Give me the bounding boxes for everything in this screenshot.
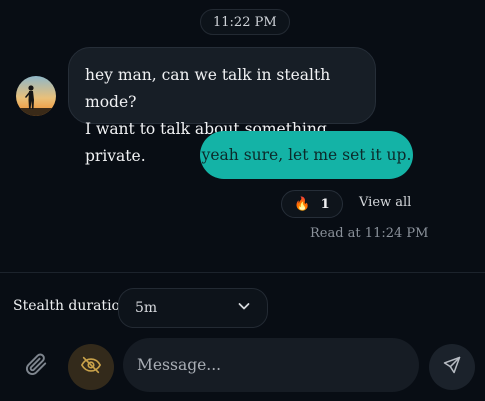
- avatar[interactable]: [16, 76, 56, 116]
- stealth-duration-select[interactable]: 5m: [118, 288, 268, 328]
- send-icon: [442, 355, 462, 379]
- eye-off-icon: [80, 354, 102, 380]
- message-timestamp: 11:22 PM: [200, 9, 290, 35]
- stealth-mode-button[interactable]: [68, 344, 114, 390]
- stealth-duration-value: 5m: [135, 300, 158, 316]
- reaction-badge[interactable]: 🔥 1: [281, 190, 343, 218]
- divider: [0, 272, 485, 273]
- paperclip-icon: [23, 351, 49, 381]
- chevron-down-icon: [237, 299, 251, 317]
- read-receipt: Read at 11:24 PM: [310, 226, 429, 241]
- attach-button[interactable]: [20, 350, 52, 382]
- send-button[interactable]: [429, 344, 475, 390]
- fire-emoji-icon: 🔥: [294, 196, 311, 212]
- stealth-duration-label: Stealth duration: [13, 298, 129, 314]
- incoming-message-bubble[interactable]: hey man, can we talk in stealth mode? I …: [68, 47, 376, 165]
- reaction-count: 1: [320, 196, 330, 212]
- outgoing-message-bubble[interactable]: yeah sure, let me set it up.: [200, 131, 413, 179]
- message-input[interactable]: [123, 338, 419, 392]
- avatar-image: [16, 76, 56, 116]
- incoming-message-line: hey man, can we talk in stealth mode?: [85, 66, 331, 111]
- view-all-link[interactable]: View all: [359, 195, 411, 210]
